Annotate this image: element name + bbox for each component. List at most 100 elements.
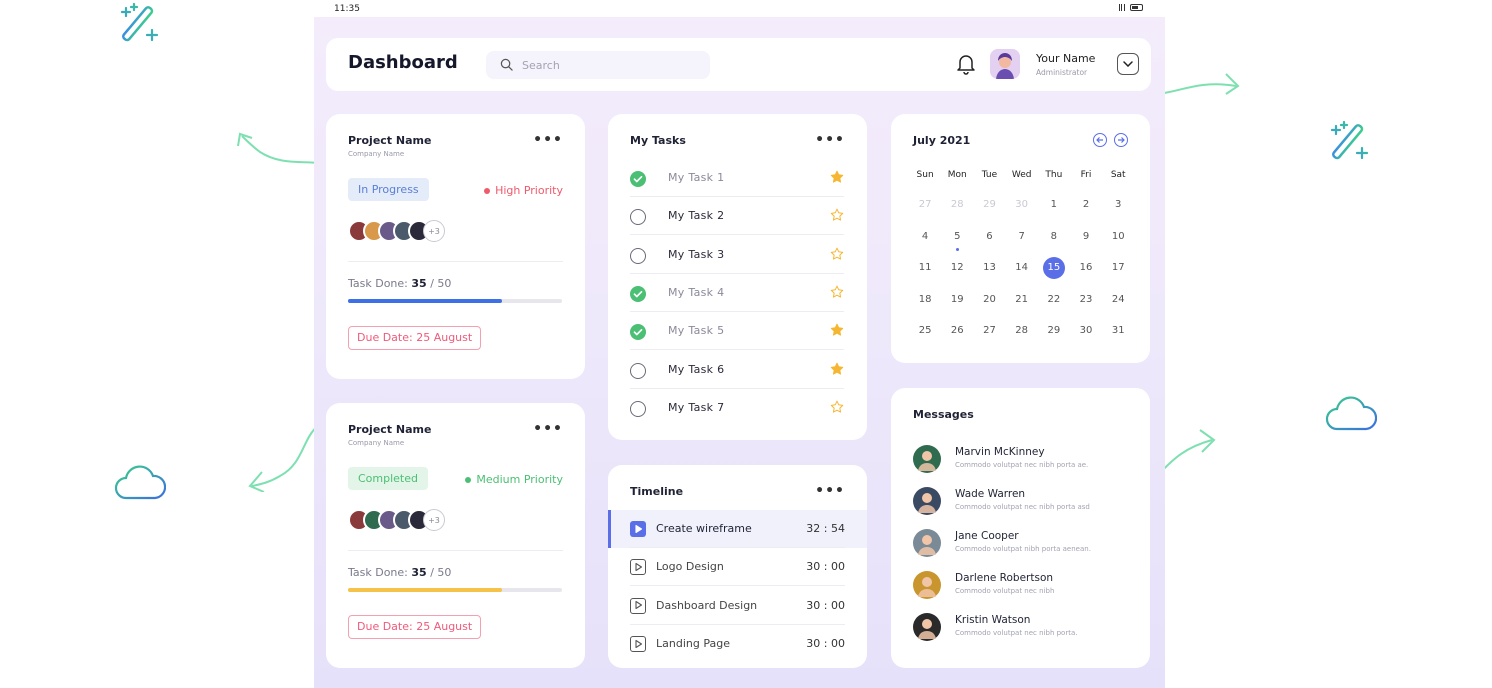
calendar-day[interactable]: 18 bbox=[909, 289, 941, 321]
play-icon[interactable] bbox=[630, 597, 646, 614]
calendar-day[interactable]: 15 bbox=[1038, 257, 1070, 289]
more-members-count: +3 bbox=[423, 220, 445, 242]
calendar-day[interactable]: 12 bbox=[941, 257, 973, 289]
more-options-icon[interactable]: ••• bbox=[533, 422, 563, 436]
calendar-day[interactable]: 31 bbox=[1102, 320, 1134, 352]
calendar-day[interactable]: 27 bbox=[973, 320, 1005, 352]
priority-text: Medium Priority bbox=[476, 473, 563, 486]
star-icon[interactable] bbox=[830, 362, 844, 376]
weekday-label: Wed bbox=[1011, 170, 1032, 180]
checkmark-icon bbox=[633, 175, 643, 183]
calendar-day[interactable]: 2 bbox=[1070, 194, 1102, 226]
calendar-day[interactable]: 30 bbox=[1070, 320, 1102, 352]
more-options-icon[interactable]: ••• bbox=[533, 133, 563, 147]
timeline-item[interactable]: Dashboard Design 30 : 00 bbox=[608, 587, 867, 625]
progress-bar bbox=[348, 588, 562, 592]
task-item[interactable]: My Task 5 bbox=[630, 312, 844, 351]
task-item[interactable]: My Task 2 bbox=[630, 197, 844, 236]
calendar-next-button[interactable] bbox=[1114, 133, 1128, 147]
calendar-day[interactable]: 5 bbox=[941, 226, 973, 258]
calendar-day[interactable]: 1 bbox=[1038, 194, 1070, 226]
empty-circle-icon[interactable] bbox=[630, 247, 646, 264]
sender-name: Wade Warren bbox=[955, 488, 1026, 500]
project-title: Project Name bbox=[348, 134, 432, 147]
project-card[interactable]: Project Name Company Name ••• Completed … bbox=[326, 403, 585, 668]
search-input[interactable] bbox=[522, 57, 692, 73]
calendar-day[interactable]: 23 bbox=[1070, 289, 1102, 321]
check-circle-icon[interactable] bbox=[630, 285, 646, 302]
member-avatars[interactable]: +3 bbox=[348, 220, 445, 242]
calendar-day[interactable]: 28 bbox=[1006, 320, 1038, 352]
calendar-day[interactable]: 19 bbox=[941, 289, 973, 321]
task-item[interactable]: My Task 7 bbox=[630, 389, 844, 427]
more-options-icon[interactable]: ••• bbox=[815, 484, 845, 498]
calendar-day[interactable]: 27 bbox=[909, 194, 941, 226]
calendar-prev-button[interactable] bbox=[1093, 133, 1107, 147]
calendar-day[interactable]: 17 bbox=[1102, 257, 1134, 289]
project-company: Company Name bbox=[348, 150, 405, 158]
more-options-icon[interactable]: ••• bbox=[815, 133, 845, 147]
star-icon[interactable] bbox=[830, 323, 844, 337]
calendar-day[interactable]: 8 bbox=[1038, 226, 1070, 258]
message-item[interactable]: Marvin McKinney Commodo volutpat nec nibh… bbox=[913, 445, 1133, 487]
calendar-day[interactable]: 9 bbox=[1070, 226, 1102, 258]
calendar-day[interactable]: 11 bbox=[909, 257, 941, 289]
calendar-day[interactable]: 30 bbox=[1006, 194, 1038, 226]
timeline-item[interactable]: Logo Design 30 : 00 bbox=[608, 548, 867, 587]
calendar-day[interactable]: 24 bbox=[1102, 289, 1134, 321]
calendar-day[interactable]: 26 bbox=[941, 320, 973, 352]
bell-icon[interactable] bbox=[956, 53, 976, 75]
check-circle-icon[interactable] bbox=[630, 324, 646, 341]
timeline-item[interactable]: Create wireframe 32 : 54 bbox=[608, 510, 867, 548]
calendar-day[interactable]: 16 bbox=[1070, 257, 1102, 289]
star-icon[interactable] bbox=[830, 285, 844, 299]
task-item[interactable]: My Task 4 bbox=[630, 274, 844, 312]
calendar-day[interactable]: 13 bbox=[973, 257, 1005, 289]
priority-text: High Priority bbox=[495, 184, 563, 197]
timeline-item[interactable]: Landing Page 30 : 00 bbox=[608, 625, 867, 663]
task-item[interactable]: My Task 3 bbox=[630, 236, 844, 274]
task-item[interactable]: My Task 6 bbox=[630, 351, 844, 389]
calendar-day[interactable]: 3 bbox=[1102, 194, 1134, 226]
calendar-day[interactable]: 29 bbox=[973, 194, 1005, 226]
play-icon[interactable] bbox=[630, 521, 646, 537]
message-preview: Commodo volutpat nec nibh porta. bbox=[955, 629, 1078, 637]
calendar-day[interactable]: 22 bbox=[1038, 289, 1070, 321]
star-icon[interactable] bbox=[830, 170, 844, 184]
message-item[interactable]: Wade Warren Commodo volutpat nec nibh por… bbox=[913, 487, 1133, 529]
calendar-day[interactable]: 6 bbox=[973, 226, 1005, 258]
calendar-day[interactable]: 28 bbox=[941, 194, 973, 226]
task-label: My Task 5 bbox=[668, 324, 725, 338]
user-avatar[interactable] bbox=[990, 49, 1020, 79]
calendar-day[interactable]: 14 bbox=[1006, 257, 1038, 289]
calendar-day[interactable]: 29 bbox=[1038, 320, 1070, 352]
status-time: 11:35 bbox=[334, 4, 360, 14]
check-circle-icon[interactable] bbox=[630, 171, 646, 187]
message-item[interactable]: Darlene Robertson Commodo volutpat nec ni… bbox=[913, 571, 1133, 613]
message-item[interactable]: Kristin Watson Commodo volutpat nec nibh … bbox=[913, 613, 1133, 655]
star-icon[interactable] bbox=[830, 208, 844, 222]
calendar-day[interactable]: 25 bbox=[909, 320, 941, 352]
member-avatars[interactable]: +3 bbox=[348, 509, 445, 531]
message-item[interactable]: Jane Cooper Commodo volutpat nibh porta a… bbox=[913, 529, 1133, 571]
calendar-day[interactable]: 7 bbox=[1006, 226, 1038, 258]
play-icon[interactable] bbox=[630, 635, 646, 652]
day-number: 4 bbox=[921, 230, 929, 242]
calendar-day[interactable]: 4 bbox=[909, 226, 941, 258]
calendar-day[interactable]: 10 bbox=[1102, 226, 1134, 258]
calendar-day[interactable]: 20 bbox=[973, 289, 1005, 321]
empty-circle-icon[interactable] bbox=[630, 209, 646, 226]
empty-circle-icon[interactable] bbox=[630, 362, 646, 379]
calendar-day[interactable]: 21 bbox=[1006, 289, 1038, 321]
message-preview: Commodo volutpat nec nibh porta asd bbox=[955, 503, 1090, 511]
avatar bbox=[913, 613, 941, 641]
star-icon[interactable] bbox=[830, 247, 844, 261]
avatar bbox=[913, 529, 941, 557]
profile-dropdown-button[interactable] bbox=[1117, 53, 1139, 75]
task-item[interactable]: My Task 1 bbox=[630, 159, 844, 197]
star-icon[interactable] bbox=[830, 400, 844, 414]
search-box[interactable] bbox=[486, 51, 710, 79]
project-card[interactable]: Project Name Company Name ••• In Progres… bbox=[326, 114, 585, 379]
play-icon[interactable] bbox=[630, 559, 646, 576]
empty-circle-icon[interactable] bbox=[630, 400, 646, 417]
